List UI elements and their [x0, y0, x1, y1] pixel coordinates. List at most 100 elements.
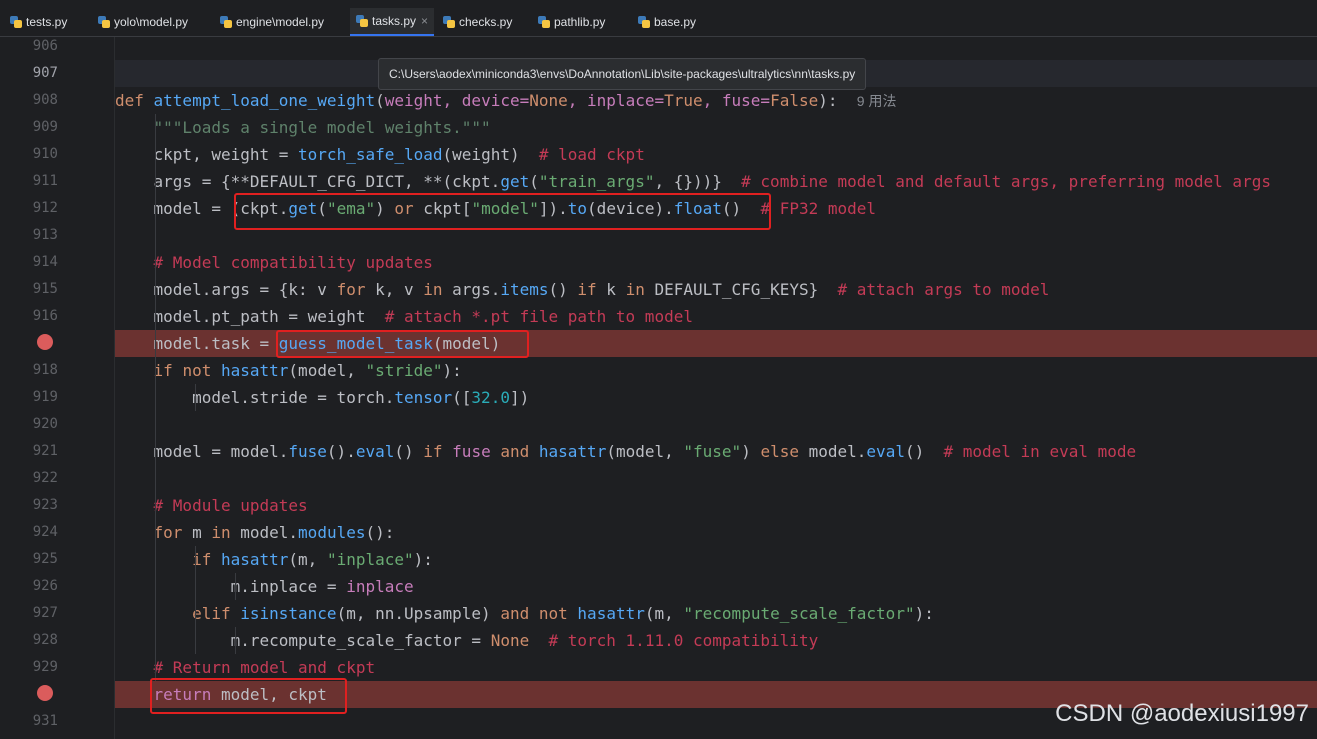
- code: ckpt, weight =: [153, 145, 299, 164]
- kw-if: if: [423, 442, 443, 461]
- code: m: [182, 523, 212, 542]
- tab-label: tasks.py: [372, 14, 417, 28]
- code: m.inplace =: [230, 577, 347, 596]
- code: (m, nn.Upsample): [336, 604, 501, 623]
- code-line-928: m.recompute_scale_factor = None # torch …: [115, 627, 1317, 654]
- line-number: 915: [32, 281, 58, 297]
- tab-label: tests.py: [26, 15, 68, 29]
- tab-label: base.py: [654, 15, 697, 29]
- breakpoint-icon[interactable]: [37, 334, 53, 350]
- code-editor[interactable]: def attempt_load_one_weight(weight, devi…: [115, 37, 1317, 739]
- code: ():: [365, 523, 395, 542]
- line-number: 918: [32, 362, 58, 378]
- fn-call: hasattr: [220, 361, 289, 380]
- tab-label: engine\model.py: [236, 15, 325, 29]
- tab-pathlib-py[interactable]: pathlib.py: [538, 8, 605, 36]
- string: "train_args": [538, 172, 655, 191]
- kw-if: if: [577, 280, 597, 299]
- kw-and: and: [500, 442, 530, 461]
- code: ]): [509, 388, 530, 407]
- comment: # model in eval mode: [943, 442, 1137, 461]
- param-inplace: , inplace=: [567, 91, 665, 110]
- code: (m,: [288, 550, 327, 569]
- docstring: """Loads a single model weights.""": [153, 118, 491, 137]
- kw-not: not: [182, 361, 212, 380]
- kw-in: in: [625, 280, 645, 299]
- code: (m,: [644, 604, 684, 623]
- tab-base-py[interactable]: base.py: [638, 8, 696, 36]
- usages-hint[interactable]: 9 用法: [857, 93, 897, 109]
- tab-tasks-py[interactable]: tasks.py ×: [350, 8, 435, 36]
- code: (weight): [442, 145, 520, 164]
- code: , {}))}: [654, 172, 722, 191]
- paren: (: [375, 91, 385, 110]
- code: model.: [798, 442, 867, 461]
- highlight-box: [234, 193, 771, 230]
- line-number: 931: [32, 713, 58, 729]
- kw-and: and: [500, 604, 530, 623]
- code: args = {**DEFAULT_CFG_DICT, **(ckpt.: [153, 172, 501, 191]
- indent-guide: [155, 114, 156, 681]
- python-file-icon: [10, 16, 22, 28]
- const-none: None: [529, 91, 568, 110]
- code: model = model.: [153, 442, 289, 461]
- line-number: 914: [32, 254, 58, 270]
- comment: # FP32 model: [760, 199, 877, 218]
- code: ):: [413, 550, 433, 569]
- string: "inplace": [326, 550, 414, 569]
- close-icon[interactable]: ×: [421, 14, 428, 28]
- tab-checks-py[interactable]: checks.py: [443, 8, 512, 36]
- const-false: False: [770, 91, 819, 110]
- code-line-924: for m in model.modules():: [115, 519, 1317, 546]
- tab-tests-py[interactable]: tests.py: [10, 8, 67, 36]
- tab-yolo-model-py[interactable]: yolo\model.py: [98, 8, 188, 36]
- param-fuse: fuse: [452, 442, 491, 461]
- code-line-918: if not hasattr(model, "stride"):: [115, 357, 1317, 384]
- line-number: 911: [32, 173, 58, 189]
- indent-guide: [235, 627, 236, 654]
- python-file-icon: [220, 16, 232, 28]
- code: (: [529, 172, 539, 191]
- fn-call: torch_safe_load: [298, 145, 443, 164]
- kw-for: for: [336, 280, 366, 299]
- paren-close: ):: [818, 91, 838, 110]
- code: args.: [442, 280, 501, 299]
- highlight-box: [276, 330, 529, 358]
- function-name: attempt_load_one_weight: [153, 91, 376, 110]
- line-number: 921: [32, 443, 58, 459]
- code: ): [741, 442, 761, 461]
- fn-call: hasattr: [538, 442, 607, 461]
- code: (model,: [606, 442, 684, 461]
- line-number: 923: [32, 497, 58, 513]
- fn-call: modules: [298, 523, 366, 542]
- tab-engine-model-py[interactable]: engine\model.py: [220, 8, 324, 36]
- comment: # attach *.pt file path to model: [384, 307, 693, 326]
- comment: # Return model and ckpt: [153, 658, 376, 677]
- kw-else: else: [760, 442, 799, 461]
- fn-call: get: [500, 172, 530, 191]
- code: ().: [326, 442, 356, 461]
- fn-call: isinstance: [240, 604, 337, 623]
- code: (): [548, 280, 578, 299]
- line-number: 928: [32, 632, 58, 648]
- code-line-916: model.pt_path = weight # attach *.pt fil…: [115, 303, 1317, 330]
- tab-label: checks.py: [459, 15, 513, 29]
- code: model.task =: [153, 334, 279, 353]
- string: "recompute_scale_factor": [683, 604, 915, 623]
- const-true: True: [664, 91, 703, 110]
- param-inplace: inplace: [346, 577, 414, 596]
- code-line-909: """Loads a single model weights.""": [115, 114, 1317, 141]
- line-number: 912: [32, 200, 58, 216]
- watermark: CSDN @aodexiusi1997: [1055, 700, 1309, 727]
- comment: # Module updates: [153, 496, 308, 515]
- line-number-gutter[interactable]: 906 907 908 909 910 911 912 913 914 915 …: [0, 37, 115, 739]
- fn-call: fuse: [288, 442, 327, 461]
- code-line-923: # Module updates: [115, 492, 1317, 519]
- line-number: 926: [32, 578, 58, 594]
- breakpoint-icon[interactable]: [37, 685, 53, 701]
- kw-def: def: [115, 91, 154, 110]
- fn-call: items: [500, 280, 549, 299]
- string: "fuse": [683, 442, 742, 461]
- kw-not: not: [538, 604, 568, 623]
- code: ):: [914, 604, 934, 623]
